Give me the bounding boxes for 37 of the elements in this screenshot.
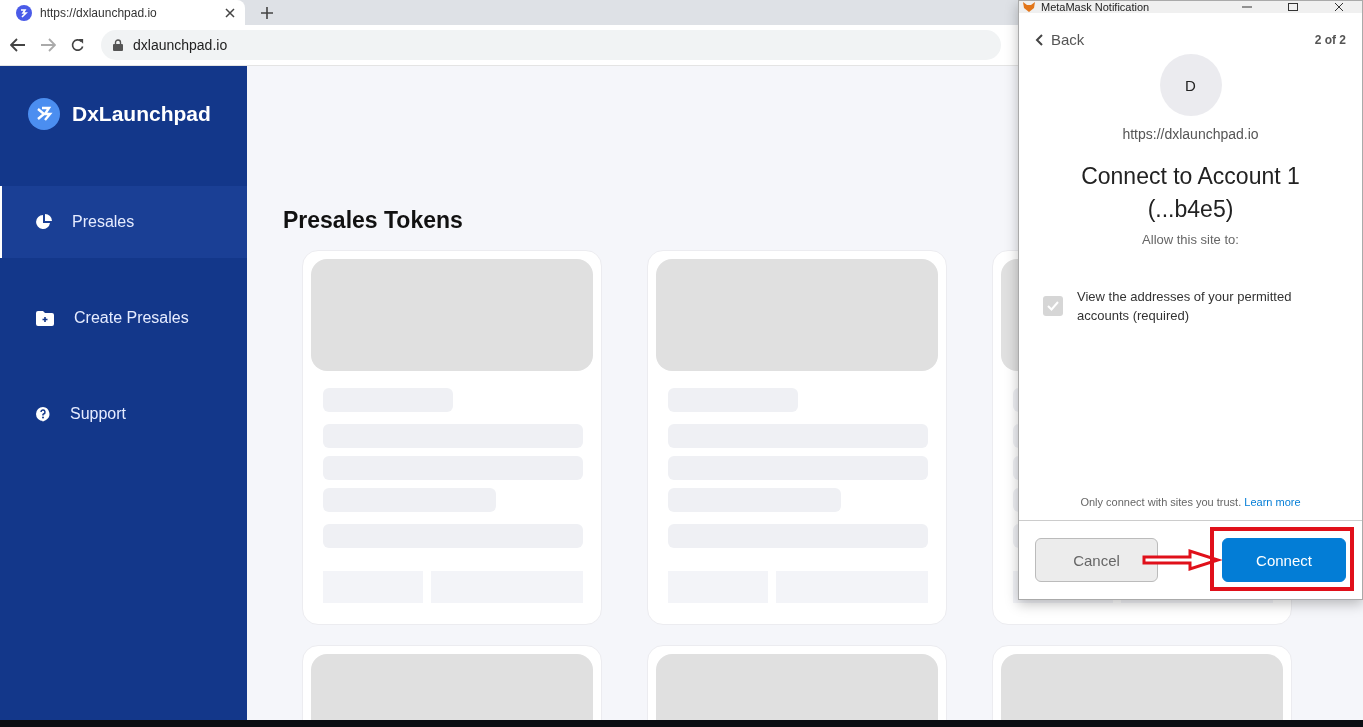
brand-name: DxLaunchpad <box>72 102 211 126</box>
sidebar-item[interactable]: Support <box>0 378 247 450</box>
permission-text: View the addresses of your permitted accounts (required) <box>1077 288 1293 325</box>
close-icon[interactable] <box>1334 3 1344 11</box>
permission-subheading: Allow this site to: <box>1142 232 1239 247</box>
connect-button[interactable]: Connect <box>1222 538 1346 582</box>
sidebar-item[interactable]: Create Presales <box>0 282 247 354</box>
lock-icon <box>113 39 123 51</box>
tab-title: https://dxlaunchpad.io <box>40 5 158 20</box>
back-button[interactable]: Back <box>1035 31 1085 48</box>
site-logo-icon <box>16 4 32 21</box>
back-arrow-icon[interactable] <box>10 38 26 52</box>
brand-logo-icon <box>28 98 60 130</box>
site-avatar: D <box>1159 54 1222 116</box>
cancel-button[interactable]: Cancel <box>1035 538 1158 582</box>
address-text: dxlaunchpad.io <box>133 37 228 53</box>
learn-more-link[interactable]: Learn more <box>1244 496 1301 508</box>
site-origin: https://dxlaunchpad.io <box>1122 126 1259 142</box>
trust-note: Only connect with sites you trust. Learn more <box>1080 496 1301 508</box>
address-bar[interactable]: dxlaunchpad.io <box>101 30 1001 60</box>
maximize-icon[interactable] <box>1288 3 1298 11</box>
chevron-left-icon <box>1035 33 1043 46</box>
step-counter: 2 of 2 <box>1314 32 1346 47</box>
pie-chart-icon <box>36 214 52 230</box>
reload-icon[interactable] <box>70 37 85 53</box>
folder-plus-icon <box>36 310 54 326</box>
new-tab-icon[interactable] <box>261 7 273 19</box>
window-title: MetaMask Notification <box>1041 2 1151 12</box>
sidebar-item[interactable]: Presales <box>0 186 247 258</box>
connect-heading: Connect to Account 1 (...b4e5) <box>1080 162 1301 224</box>
checkmark-icon <box>1047 301 1059 311</box>
close-icon[interactable] <box>225 7 235 18</box>
fox-icon <box>1023 2 1035 12</box>
minimize-icon[interactable] <box>1242 3 1252 11</box>
browser-tab[interactable]: https://dxlaunchpad.io <box>0 0 245 25</box>
help-icon <box>36 406 50 422</box>
page-title: Presales Tokens <box>283 207 463 234</box>
